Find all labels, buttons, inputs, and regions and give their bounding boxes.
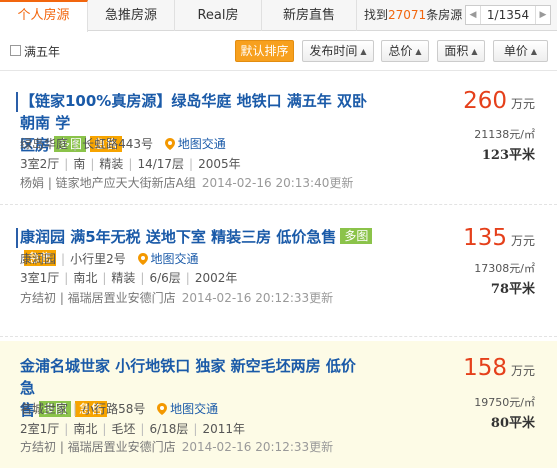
area: 80平米 — [490, 416, 535, 431]
map-pin-icon — [157, 403, 168, 415]
listing-item: 金浦名城世家 小行地铁口 独家 新空毛坯两房 低价急 售多图 急售 名城世家 | 小行… — [0, 341, 557, 468]
sort-unit-price-button[interactable]: 单价 ▲ — [493, 40, 548, 62]
build-year: 2005年 — [198, 157, 241, 171]
total-price: 260 万元 — [463, 88, 535, 114]
tab-urgent-listings[interactable]: 急推房源 — [88, 0, 175, 31]
sort-arrow-icon: ▲ — [471, 47, 478, 56]
sort-arrow-icon: ▲ — [415, 47, 422, 56]
sort-default-button[interactable]: 默认排序 — [235, 40, 294, 62]
layout: 2室1厅 — [20, 422, 60, 436]
tab-real-listings[interactable]: Real房 — [175, 0, 262, 31]
unit-price: 17308元/㎡ — [474, 262, 535, 275]
map-pin-icon — [164, 138, 175, 150]
sort-time-label: 发布时间 — [309, 44, 358, 58]
agent-line: 方结初 | 福瑞居置业安德门店 2014-02-16 20:12:33更新 — [20, 439, 333, 455]
floor: 6/18层 — [149, 422, 189, 436]
layout: 3室1厅 — [20, 271, 60, 285]
tab-new-homes[interactable]: 新房直售 — [262, 0, 357, 31]
floor: 14/17层 — [137, 157, 185, 171]
decoration: 精装 — [111, 271, 136, 285]
map-traffic-link[interactable]: 地图交通 — [151, 252, 199, 266]
details-line: 3室2厅 | 南 | 精装 | 14/17层 | 2005年 — [20, 157, 241, 171]
tab-bar: 个人房源 急推房源 Real房 新房直售 找到27071条房源 ◀ 1/1354… — [0, 0, 557, 32]
price-value: 260 — [463, 88, 507, 114]
result-suffix: 条房源 — [426, 8, 463, 22]
agent-line: 方结初 | 福瑞居置业安德门店 2014-02-16 20:12:33更新 — [20, 290, 333, 306]
map-traffic-link[interactable]: 地图交通 — [170, 402, 218, 416]
community-line: 康润园 | 小行里2号 地图交通 — [20, 252, 199, 266]
total-price: 158 万元 — [463, 355, 535, 381]
community-name[interactable]: 名城世家 — [20, 402, 68, 416]
update-time: 2014-02-16 20:12:33更新 — [181, 440, 334, 454]
agent-line: 杨娟 | 链家地产应天大街新店A组 2014-02-16 20:13:40更新 — [20, 175, 353, 191]
update-time: 2014-02-16 20:13:40更新 — [201, 176, 354, 190]
total-price: 135 万元 — [463, 225, 535, 251]
pager: ◀ 1/1354 ▶ — [465, 5, 551, 25]
agent-info: 方结初 | 福瑞居置业安德门店 — [20, 440, 176, 454]
page-indicator: 1/1354 — [486, 8, 530, 22]
sort-area-button[interactable]: 面积 ▲ — [437, 40, 485, 62]
address: 长虹路443号 — [82, 137, 153, 151]
chevron-left-icon[interactable]: ◀ — [466, 6, 481, 24]
layout: 3室2厅 — [20, 157, 60, 171]
multi-photo-tag: 多图 — [340, 228, 373, 244]
sort-arrow-icon: ▲ — [360, 47, 367, 56]
chevron-right-icon[interactable]: ▶ — [535, 6, 550, 24]
sort-total-price-button[interactable]: 总价 ▲ — [381, 40, 429, 62]
agent-info: 方结初 | 福瑞居置业安德门店 — [20, 291, 176, 305]
title-accent-bar — [16, 228, 18, 248]
sort-time-button[interactable]: 发布时间 ▲ — [302, 40, 374, 62]
sort-bar: 满五年 默认排序 发布时间 ▲ 总价 ▲ 面积 ▲ 单价 ▲ — [0, 31, 557, 71]
decoration: 精装 — [99, 157, 124, 171]
address: 小行里2号 — [70, 252, 126, 266]
area: 78平米 — [490, 282, 535, 297]
orientation: 南北 — [73, 422, 98, 436]
build-year: 2011年 — [202, 422, 245, 436]
five-years-label[interactable]: 满五年 — [24, 43, 60, 60]
orientation: 南 — [73, 157, 86, 171]
community-name[interactable]: 康润园 — [20, 252, 56, 266]
unit-price: 19750元/㎡ — [474, 396, 535, 409]
sort-area-label: 面积 — [444, 44, 469, 58]
tab-personal-listings[interactable]: 个人房源 — [0, 0, 88, 32]
agent-info: 杨娟 | 链家地产应天大街新店A组 — [20, 176, 196, 190]
sort-arrow-icon: ▲ — [530, 47, 538, 56]
sort-unit-label: 单价 — [503, 44, 528, 58]
address: 小行路58号 — [82, 402, 146, 416]
listing-title-text[interactable]: 金浦名城世家 小行地铁口 独家 新空毛坯两房 低价急 — [20, 357, 356, 397]
community-line: 绿岛华庭 | 长虹路443号 地图交通 — [20, 137, 226, 151]
sort-total-label: 总价 — [388, 44, 413, 58]
details-line: 2室1厅 | 南北 | 毛坯 | 6/18层 | 2011年 — [20, 422, 245, 436]
listing-item: 康润园 满5年无税 送地下室 精装三房 低价急售 多图急售 康润园 | 小行里2号 地… — [0, 205, 557, 337]
result-number: 27071 — [388, 8, 427, 22]
listing-title-text[interactable]: 康润园 满5年无税 送地下室 精装三房 低价急售 — [20, 228, 336, 246]
unit-price: 21138元/㎡ — [474, 128, 535, 141]
map-traffic-link[interactable]: 地图交通 — [178, 137, 226, 151]
community-name[interactable]: 绿岛华庭 — [20, 137, 68, 151]
floor: 6/6层 — [149, 271, 181, 285]
result-count: 找到27071条房源 — [364, 0, 462, 31]
decoration: 毛坯 — [111, 422, 136, 436]
area: 123平米 — [481, 148, 535, 163]
price-value: 135 — [463, 225, 507, 251]
price-unit: 万元 — [510, 234, 535, 248]
details-line: 3室1厅 | 南北 | 精装 | 6/6层 | 2002年 — [20, 271, 238, 285]
price-unit: 万元 — [510, 97, 535, 111]
title-accent-bar — [16, 92, 18, 112]
price-unit: 万元 — [510, 364, 535, 378]
build-year: 2002年 — [194, 271, 238, 285]
price-value: 158 — [463, 355, 507, 381]
map-pin-icon — [137, 253, 148, 265]
community-line: 名城世家 | 小行路58号 地图交通 — [20, 402, 219, 416]
orientation: 南北 — [73, 271, 98, 285]
result-prefix: 找到 — [364, 8, 389, 22]
listing-title-text[interactable]: 【链家100%真房源】绿岛华庭 地铁口 满五年 双卧朝南 学 — [20, 92, 367, 132]
update-time: 2014-02-16 20:12:33更新 — [181, 291, 334, 305]
listing-item: 【链家100%真房源】绿岛华庭 地铁口 满五年 双卧朝南 学 区房 多图 急售 绿岛… — [0, 72, 557, 205]
five-years-checkbox[interactable] — [10, 45, 21, 56]
